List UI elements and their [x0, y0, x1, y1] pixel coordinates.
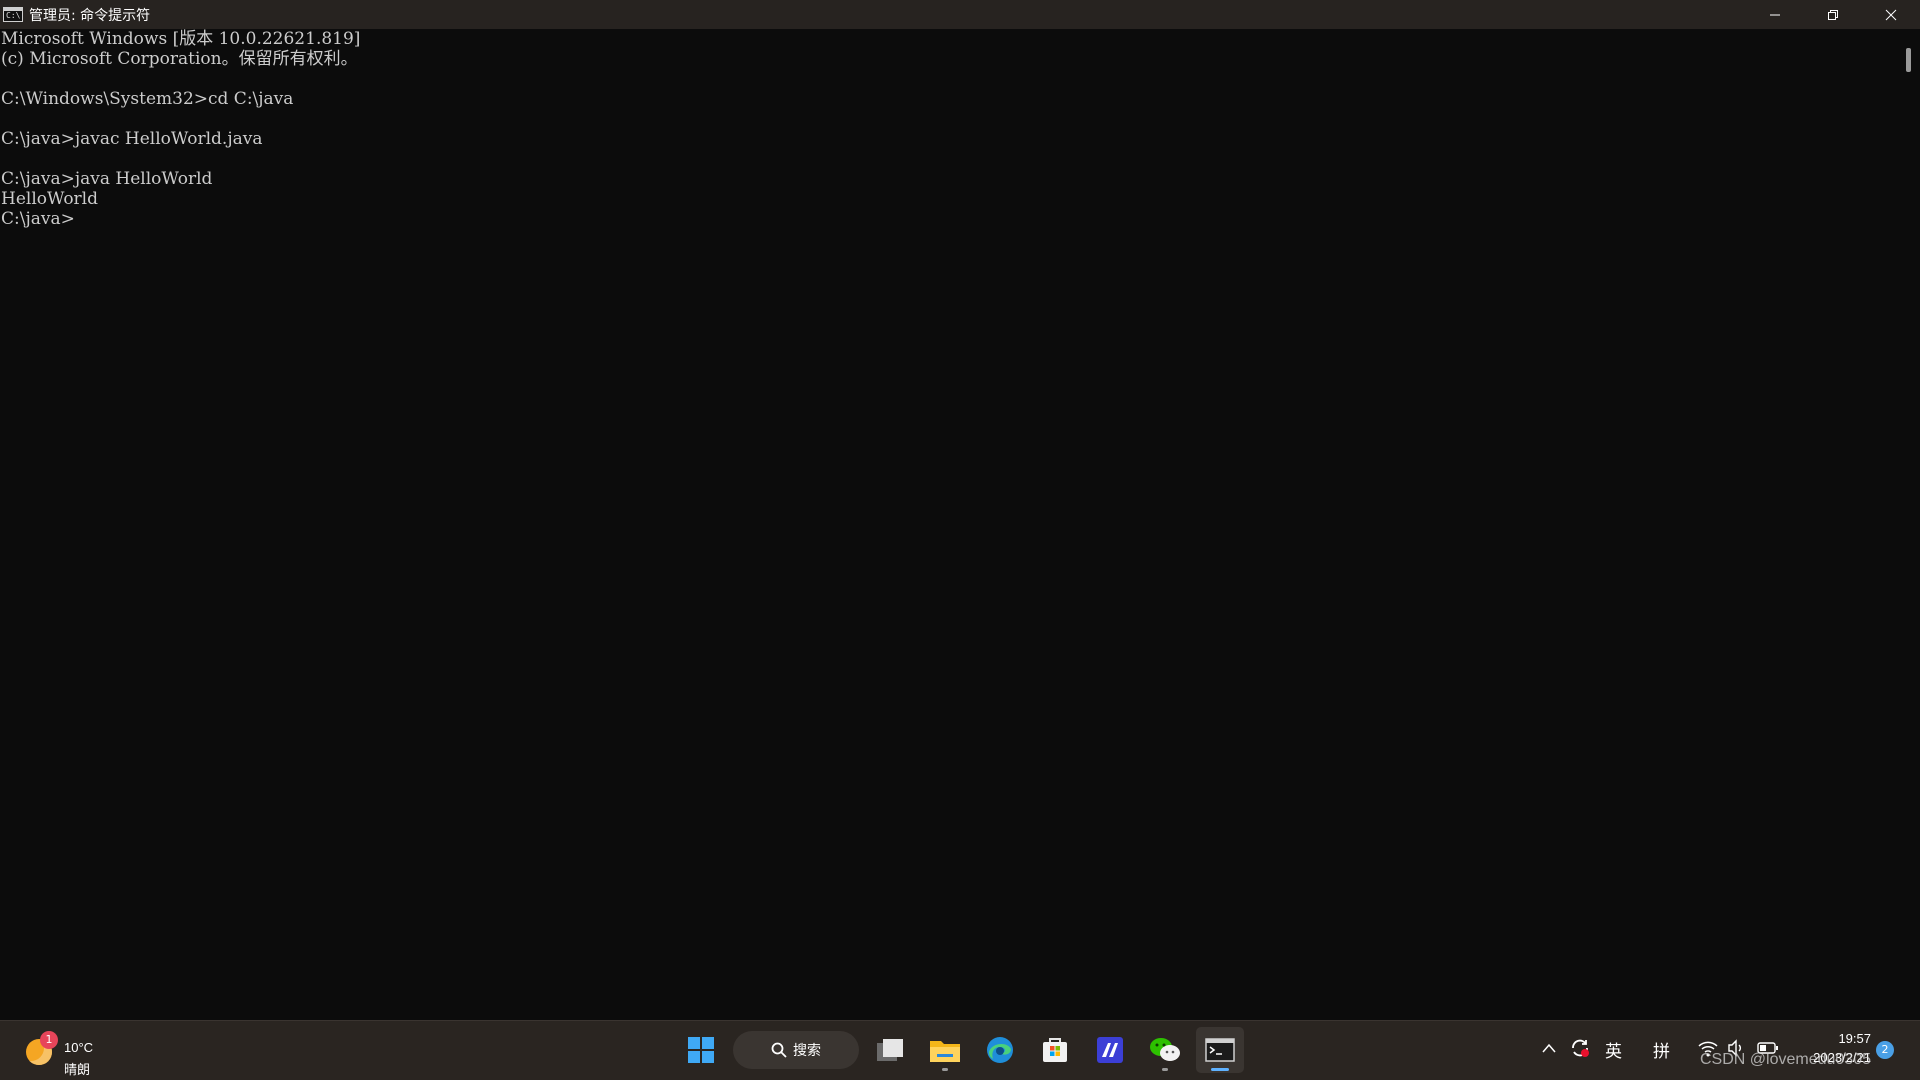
show-hidden-icons-button[interactable]	[1541, 1039, 1557, 1059]
running-indicator	[1162, 1068, 1168, 1071]
edge-button[interactable]	[976, 1027, 1024, 1073]
sync-tray-button[interactable]	[1569, 1037, 1591, 1064]
title-bar[interactable]: C:\ 管理员: 命令提示符	[0, 0, 1920, 29]
console-output[interactable]: Microsoft Windows [版本 10.0.22621.819] (c…	[0, 29, 1900, 1020]
scrollbar-thumb[interactable]	[1906, 48, 1911, 72]
close-icon	[1885, 9, 1897, 20]
weather-condition: 晴朗	[64, 1063, 91, 1078]
close-button[interactable]	[1862, 0, 1920, 29]
console-line: C:\Windows\System32>cd C:\java	[1, 89, 294, 109]
ime-mode-button[interactable]: 拼	[1653, 1037, 1670, 1062]
sync-icon	[1572, 1039, 1589, 1057]
running-indicator	[942, 1068, 948, 1071]
weather-temperature: 10°C	[64, 1040, 94, 1055]
restore-icon	[1828, 9, 1838, 20]
ime-language-button[interactable]: 英	[1605, 1037, 1622, 1062]
microsoft-store-icon	[1043, 1038, 1067, 1062]
console-line: C:\java>javac HelloWorld.java	[1, 129, 263, 149]
console-line: (c) Microsoft Corporation。保留所有权利。	[1, 49, 358, 69]
window-controls	[1746, 0, 1920, 29]
clock-time: 19:57	[1838, 1031, 1871, 1046]
notification-badge[interactable]: 2	[1876, 1041, 1894, 1059]
watermark: CSDN @lovemedu0305	[1700, 1051, 1871, 1068]
windows-start-icon	[688, 1037, 714, 1063]
active-indicator	[1211, 1068, 1229, 1071]
wechat-icon	[1150, 1038, 1180, 1061]
cmd-icon: C:\	[3, 7, 23, 22]
task-view-icon	[877, 1039, 903, 1061]
store-button[interactable]	[1031, 1027, 1079, 1073]
console-line: HelloWorld	[1, 189, 98, 209]
edge-icon	[987, 1037, 1013, 1063]
weather-alert-badge: 1	[40, 1031, 58, 1049]
taskbar: 1 10°C 晴朗 搜索 英 拼 19:57 2023/2/21 2 CSDN …	[0, 1020, 1920, 1080]
task-view-button[interactable]	[866, 1027, 914, 1073]
search-icon	[771, 1042, 787, 1058]
console-line: C:\java>java HelloWorld	[1, 169, 213, 189]
file-explorer-button[interactable]	[921, 1027, 969, 1073]
minimize-button[interactable]	[1746, 0, 1804, 29]
window-title: 管理员: 命令提示符	[29, 7, 151, 24]
console-prompt[interactable]: C:\java>	[0, 209, 1900, 229]
cmd-icon-text: C:\	[6, 11, 21, 20]
weather-widget[interactable]: 1 10°C 晴朗	[24, 1029, 114, 1078]
terminal-button[interactable]	[1196, 1027, 1244, 1073]
app-button[interactable]	[1086, 1027, 1134, 1073]
console-line: Microsoft Windows [版本 10.0.22621.819]	[1, 29, 361, 49]
app-icon	[1097, 1037, 1123, 1063]
minimize-icon	[1770, 14, 1780, 15]
terminal-icon	[1205, 1038, 1235, 1062]
search-label: 搜索	[793, 1043, 821, 1059]
start-button[interactable]	[677, 1027, 725, 1073]
file-explorer-icon	[930, 1041, 960, 1062]
restore-button[interactable]	[1804, 0, 1862, 29]
search-button[interactable]: 搜索	[733, 1031, 859, 1069]
wechat-button[interactable]	[1141, 1027, 1189, 1073]
chevron-up-icon	[1542, 1043, 1556, 1053]
